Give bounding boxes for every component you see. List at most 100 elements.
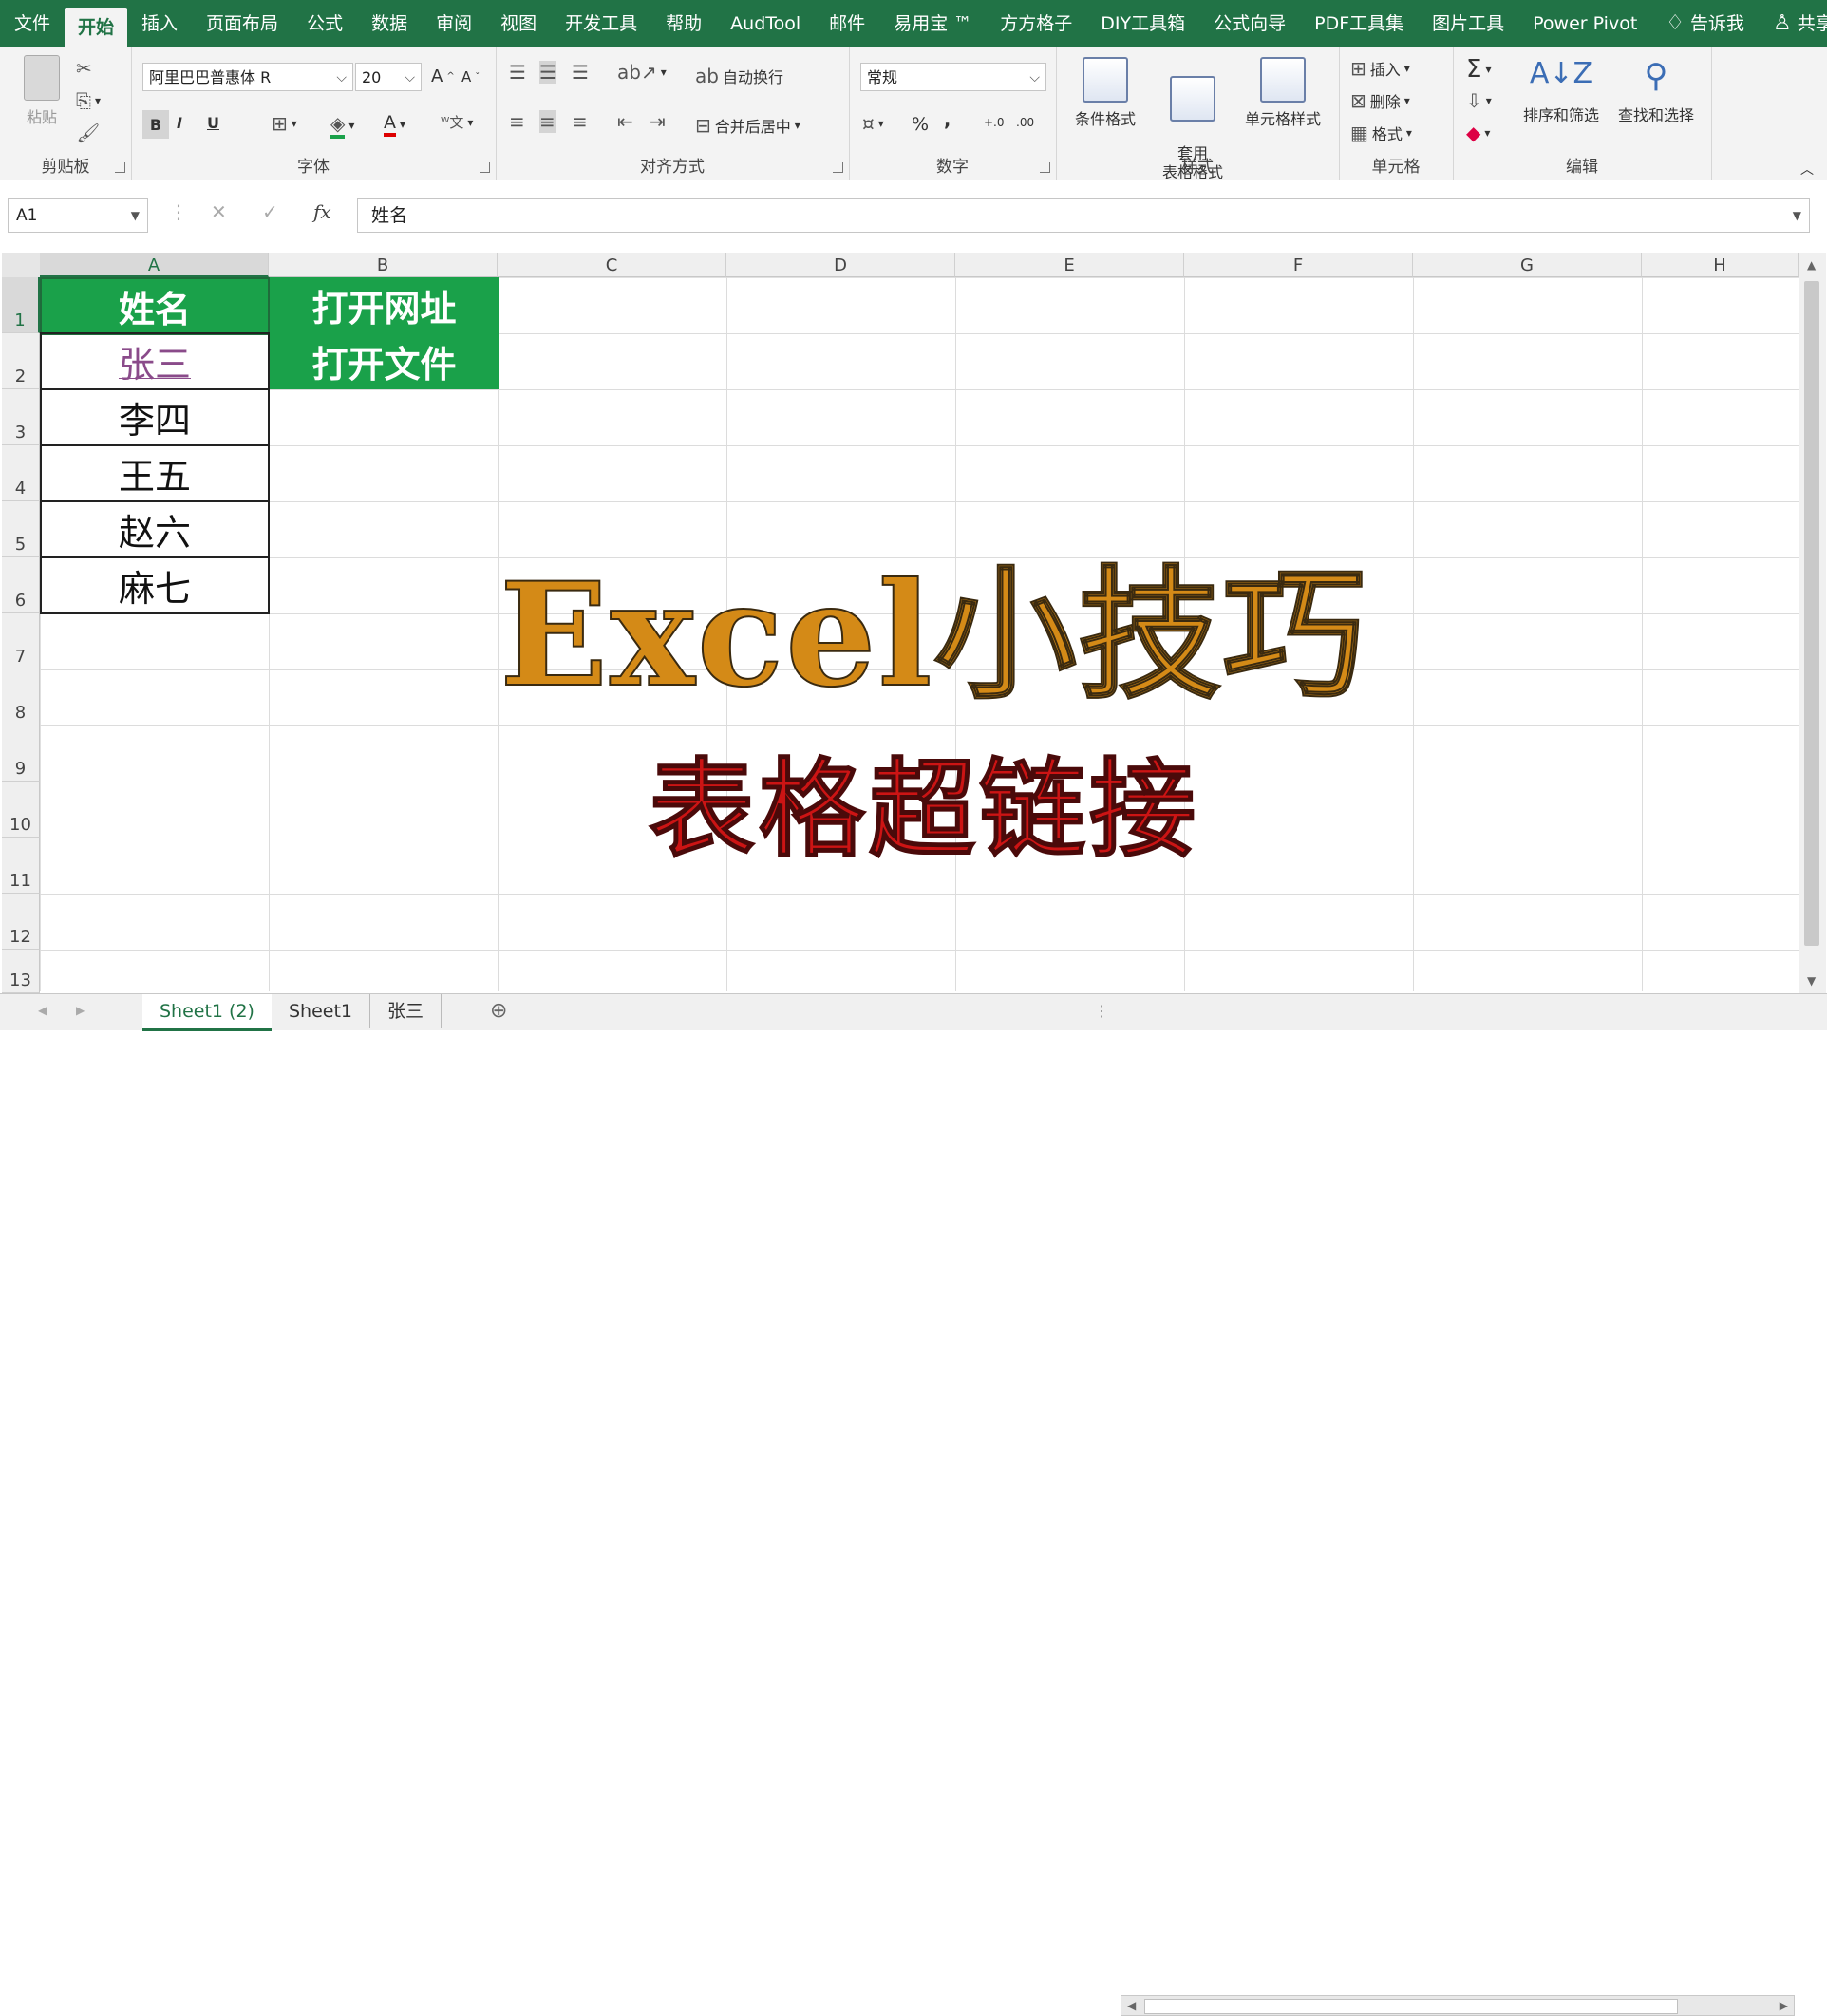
tab-mail[interactable]: 邮件	[815, 0, 879, 47]
comma-button[interactable]: ,	[944, 110, 951, 131]
increase-decimal-button[interactable]: +.0	[984, 116, 1005, 129]
align-top-button[interactable]: ☰	[509, 61, 526, 84]
alignment-launcher[interactable]	[833, 162, 843, 173]
tab-help[interactable]: 帮助	[651, 0, 716, 47]
name-box[interactable]: A1 ▼	[8, 198, 148, 233]
tab-audtool[interactable]: AudTool	[716, 0, 815, 47]
vertical-scrollbar[interactable]: ▲ ▼	[1799, 253, 1826, 993]
copy-button[interactable]: ⎘ ▾	[76, 89, 101, 112]
increase-indent-button[interactable]: ⇥	[650, 110, 666, 133]
cell-a2-link[interactable]: 张三	[40, 332, 270, 390]
orientation-button[interactable]: ab↗ ▾	[617, 61, 667, 84]
row-header-10[interactable]: 10	[2, 782, 40, 838]
insert-function-button[interactable]: fx	[313, 200, 331, 223]
tell-me[interactable]: ♢ 告诉我	[1651, 0, 1759, 47]
column-header-h[interactable]: H	[1642, 253, 1799, 277]
column-header-b[interactable]: B	[269, 253, 498, 277]
find-select-button[interactable]: ⚲ 查找和选择	[1609, 57, 1704, 125]
borders-button[interactable]: ⊞ ▾	[272, 112, 297, 135]
enter-button[interactable]: ✓	[262, 200, 278, 223]
cell-styles-button[interactable]: 单元格样式	[1233, 57, 1333, 129]
insert-cells-button[interactable]: ⊞ 插入 ▾	[1350, 57, 1410, 80]
italic-button[interactable]: I	[177, 114, 182, 132]
tab-home[interactable]: 开始	[65, 8, 128, 47]
add-sheet-button[interactable]: ⊕	[473, 994, 524, 1028]
delete-cells-button[interactable]: ⊠ 删除 ▾	[1350, 89, 1410, 112]
splitter-icon[interactable]: ⋮	[1094, 1002, 1109, 1020]
align-bottom-button[interactable]: ☰	[572, 61, 589, 84]
share-button[interactable]: ♙ 共享	[1759, 0, 1827, 47]
bold-button[interactable]: B	[142, 110, 169, 139]
underline-button[interactable]: U	[207, 114, 219, 132]
cell-a3[interactable]: 李四	[40, 388, 270, 446]
column-header-c[interactable]: C	[498, 253, 726, 277]
cell-b2-link[interactable]: 打开文件	[270, 333, 499, 389]
tab-developer[interactable]: 开发工具	[551, 0, 651, 47]
tab-view[interactable]: 视图	[486, 0, 551, 47]
column-header-d[interactable]: D	[726, 253, 955, 277]
row-header-12[interactable]: 12	[2, 894, 40, 950]
tab-page-layout[interactable]: 页面布局	[192, 0, 292, 47]
cell-a6[interactable]: 麻七	[40, 556, 270, 614]
column-header-a[interactable]: A	[40, 253, 269, 277]
column-header-e[interactable]: E	[955, 253, 1184, 277]
clear-button[interactable]: ◆ ▾	[1466, 122, 1490, 144]
align-left-button[interactable]: ≡	[509, 110, 525, 133]
decrease-decimal-button[interactable]: .00	[1016, 116, 1034, 129]
format-painter-button[interactable]: 🖌	[76, 122, 100, 144]
align-middle-button[interactable]: ☰	[539, 61, 556, 84]
row-header-5[interactable]: 5	[2, 501, 40, 557]
autosum-button[interactable]: Σ ▾	[1466, 55, 1491, 84]
row-header-1[interactable]: 1	[2, 277, 40, 333]
sheet-tab-sheet1-2[interactable]: Sheet1 (2)	[142, 994, 272, 1031]
tab-fangfang[interactable]: 方方格子	[986, 0, 1086, 47]
tab-pdf-tools[interactable]: PDF工具集	[1300, 0, 1418, 47]
font-launcher[interactable]	[480, 162, 490, 173]
next-sheet-icon[interactable]: ▶	[76, 1004, 85, 1017]
select-all-corner[interactable]	[2, 253, 41, 278]
decrease-font-button[interactable]: Aˇ	[461, 68, 480, 85]
number-format-select[interactable]: 常规 ⌵	[860, 63, 1046, 91]
scroll-down-icon[interactable]: ▼	[1807, 974, 1816, 988]
percent-button[interactable]: %	[912, 114, 929, 135]
cancel-button[interactable]: ✕	[211, 200, 227, 223]
merge-center-button[interactable]: ⊟ 合并后居中 ▾	[695, 114, 800, 137]
phonetic-button[interactable]: ᵂ文 ▾	[441, 112, 473, 132]
row-header-8[interactable]: 8	[2, 669, 40, 725]
fill-button[interactable]: ⇩ ▾	[1466, 89, 1492, 112]
cell-a4[interactable]: 王五	[40, 444, 270, 502]
tab-data[interactable]: 数据	[357, 0, 422, 47]
row-header-13[interactable]: 13	[2, 950, 40, 993]
scroll-right-icon[interactable]: ▶	[1780, 1999, 1788, 2012]
cell-a1[interactable]: 姓名	[40, 277, 271, 335]
tab-formula-wizard[interactable]: 公式向导	[1199, 0, 1300, 47]
decrease-indent-button[interactable]: ⇤	[617, 110, 633, 133]
tab-image-tools[interactable]: 图片工具	[1418, 0, 1518, 47]
cut-button[interactable]: ✂	[76, 57, 92, 80]
accounting-button[interactable]: ¤ ▾	[862, 112, 884, 135]
wrap-text-button[interactable]: ab 自动换行	[695, 65, 783, 87]
row-header-3[interactable]: 3	[2, 389, 40, 445]
row-header-7[interactable]: 7	[2, 613, 40, 669]
tab-diy-toolbox[interactable]: DIY工具箱	[1086, 0, 1199, 47]
font-size-select[interactable]: 20 ⌵	[355, 63, 422, 91]
paste-button[interactable]: 粘贴	[13, 55, 70, 127]
tab-file[interactable]: 文件	[0, 0, 65, 47]
row-header-6[interactable]: 6	[2, 557, 40, 613]
font-name-select[interactable]: 阿里巴巴普惠体 R ⌵	[142, 63, 353, 91]
column-header-g[interactable]: G	[1413, 253, 1642, 277]
row-header-11[interactable]: 11	[2, 838, 40, 894]
fill-color-button[interactable]: ◈ ▾	[330, 112, 354, 139]
sheet-tab-zhangsan[interactable]: 张三	[370, 994, 443, 1028]
scroll-left-icon[interactable]: ◀	[1127, 1999, 1136, 2012]
align-center-button[interactable]: ≡	[539, 110, 556, 133]
align-right-button[interactable]: ≡	[572, 110, 588, 133]
prev-sheet-icon[interactable]: ◀	[38, 1004, 47, 1017]
tab-formulas[interactable]: 公式	[292, 0, 357, 47]
font-color-button[interactable]: A ▾	[384, 112, 405, 137]
horizontal-scroll-thumb[interactable]	[1144, 1999, 1678, 2014]
vertical-scroll-thumb[interactable]	[1804, 281, 1819, 946]
tab-power-pivot[interactable]: Power Pivot	[1518, 0, 1651, 47]
horizontal-scrollbar[interactable]: ◀ ▶	[1121, 1995, 1795, 2016]
cell-b1-link[interactable]: 打开网址	[270, 277, 499, 333]
